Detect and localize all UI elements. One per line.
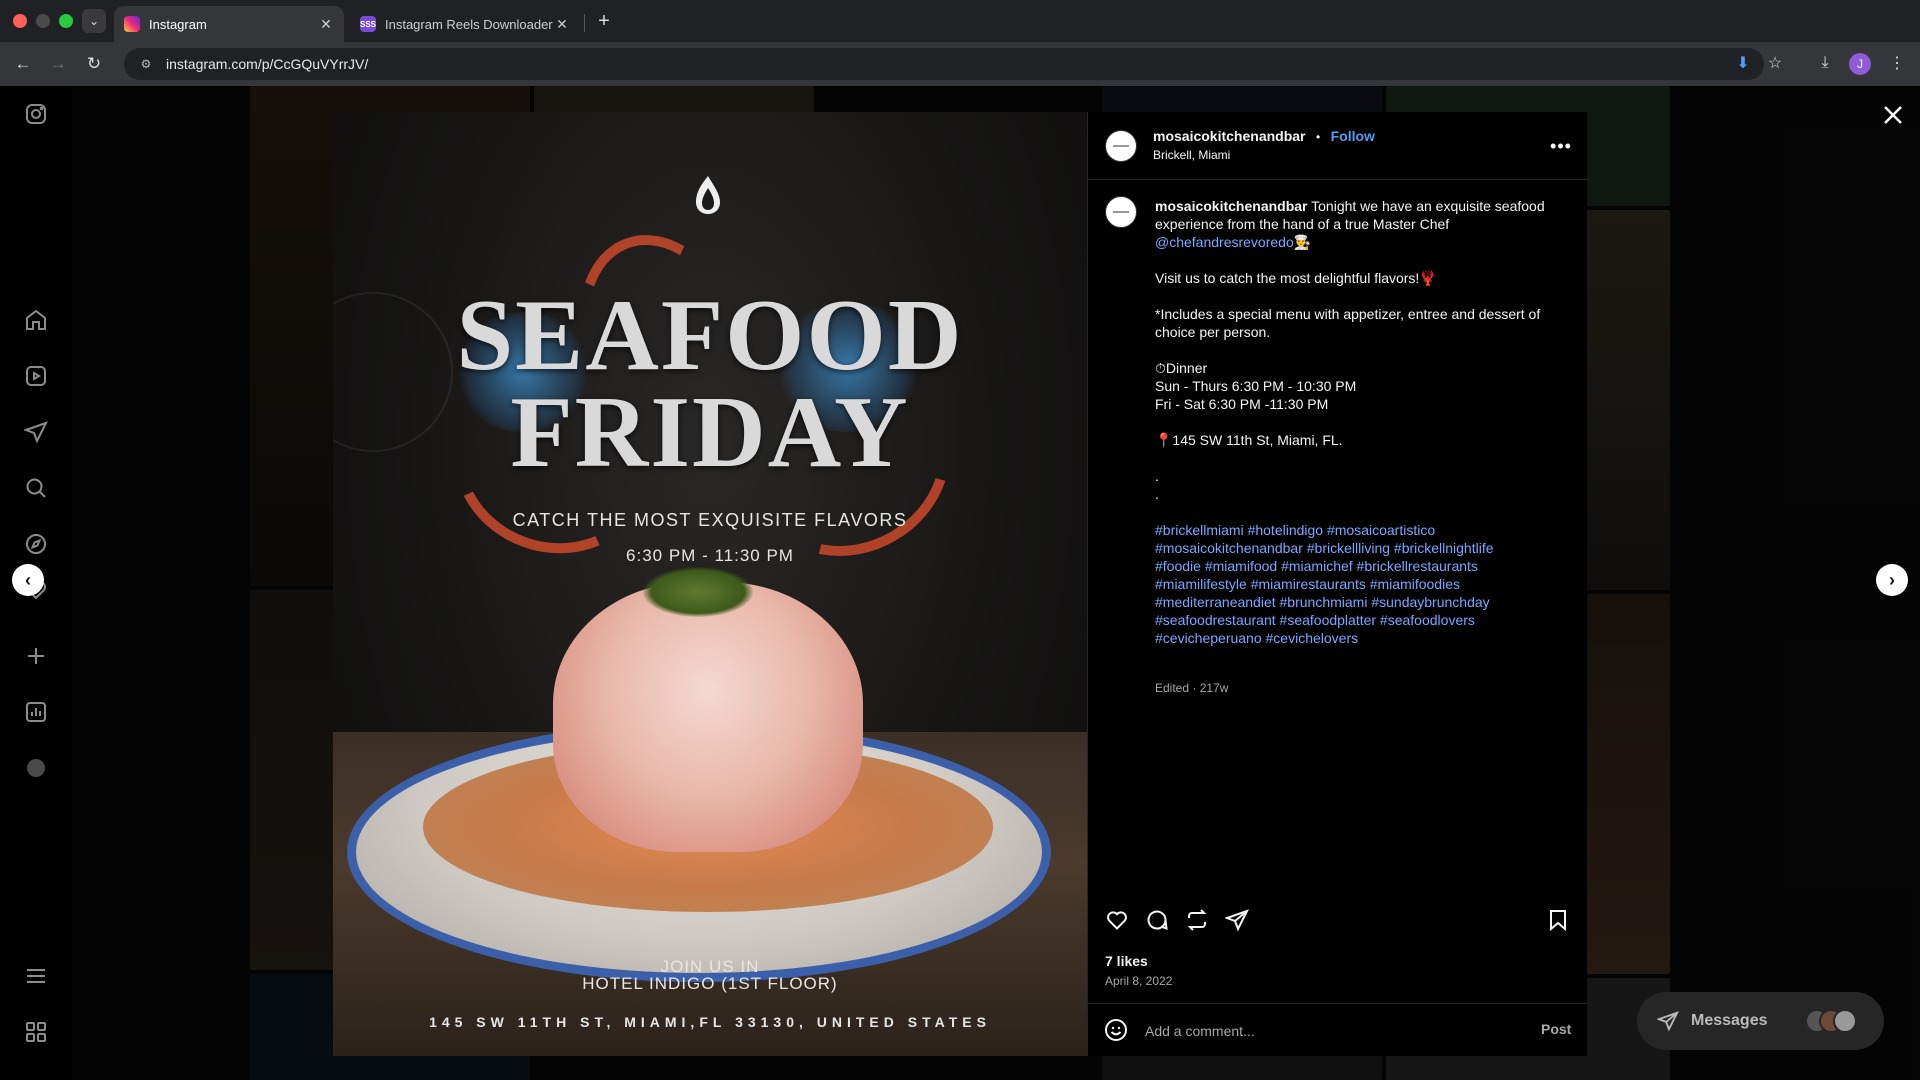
- like-icon[interactable]: [1103, 906, 1131, 934]
- messages-send-icon: [1657, 1011, 1679, 1032]
- send-icon[interactable]: [22, 418, 50, 446]
- instagram-favicon-icon: [124, 16, 140, 32]
- caption-hours-fri: Fri - Sat 6:30 PM -11:30 PM: [1155, 396, 1329, 412]
- restaurant-logo-icon: [696, 176, 720, 214]
- caption-hours-sun: Sun - Thurs 6:30 PM - 10:30 PM: [1155, 378, 1357, 394]
- hashtags-line[interactable]: #cevicheperuano #cevichelovers: [1155, 629, 1565, 647]
- menu-icon[interactable]: [22, 962, 50, 990]
- share-icon[interactable]: [1223, 906, 1251, 934]
- tab-title: Instagram Reels Downloader: [385, 16, 553, 32]
- forward-icon[interactable]: →: [44, 50, 72, 78]
- bookmark-star-icon[interactable]: ☆: [1760, 48, 1790, 78]
- also-from-meta-icon[interactable]: [22, 1018, 50, 1046]
- caption-includes: *Includes a special menu with appetizer,…: [1155, 306, 1541, 340]
- repost-icon[interactable]: [1183, 906, 1211, 934]
- post-actions: [1088, 900, 1588, 940]
- reels-icon[interactable]: [22, 362, 50, 390]
- minimize-window-button[interactable]: [36, 14, 50, 28]
- create-icon[interactable]: [22, 642, 50, 670]
- browser-tabbar: ⌄ Instagram ✕ SSS Instagram Reels Downlo…: [0, 0, 1920, 42]
- downloader-favicon-icon: SSS: [360, 16, 376, 32]
- avatar[interactable]: [1105, 196, 1137, 228]
- instagram-page: ‹ › SEAFOOD FRIDAY CATCH THE MOST EXQUIS…: [0, 86, 1920, 1080]
- comment-bar: Post: [1088, 1003, 1588, 1056]
- follow-button[interactable]: Follow: [1331, 128, 1375, 144]
- hashtags-line[interactable]: #mediterraneandiet #brunchmiami #sundayb…: [1155, 593, 1565, 611]
- post-image: SEAFOOD FRIDAY CATCH THE MOST EXQUISITE …: [333, 112, 1087, 1056]
- hashtags-line[interactable]: #foodie #miamifood #miamichef #brickellr…: [1155, 557, 1565, 575]
- image-tagline: CATCH THE MOST EXQUISITE FLAVORS: [512, 510, 908, 530]
- url-text: instagram.com/p/CcGQuVYrrJV/: [166, 56, 369, 72]
- messages-label: Messages: [1691, 1012, 1768, 1029]
- messages-button[interactable]: Messages: [1637, 992, 1884, 1050]
- caption-dot: .: [1155, 486, 1159, 502]
- post-header: mosaicokitchenandbar • Follow Brickell, …: [1088, 112, 1588, 180]
- avatar[interactable]: [1105, 130, 1137, 162]
- hashtags-line[interactable]: #mosaicokitchenandbar #brickellliving #b…: [1155, 539, 1565, 557]
- tab-close-icon[interactable]: ✕: [318, 16, 334, 33]
- tab-divider: [584, 14, 585, 32]
- instagram-icon[interactable]: [22, 100, 50, 128]
- install-app-icon[interactable]: ⬇: [1728, 48, 1758, 78]
- caption-visit: Visit us to catch the most delightful fl…: [1155, 270, 1437, 286]
- home-icon[interactable]: [22, 306, 50, 334]
- more-options-icon[interactable]: •••: [1549, 134, 1573, 158]
- header-separator: •: [1315, 130, 1321, 144]
- header-username[interactable]: mosaicokitchenandbar: [1153, 128, 1306, 144]
- chef-mention-link[interactable]: @chefandresrevoredo: [1155, 234, 1294, 250]
- new-tab-icon[interactable]: +: [592, 9, 616, 33]
- image-headline-line2: FRIDAY: [510, 376, 910, 489]
- caption-username[interactable]: mosaicokitchenandbar: [1155, 198, 1308, 214]
- site-info-icon[interactable]: ⚙: [138, 56, 154, 72]
- image-hours: 6:30 PM - 11:30 PM: [626, 546, 794, 565]
- hashtags-line[interactable]: #seafoodrestaurant #seafoodplatter #seaf…: [1155, 611, 1565, 629]
- browser-menu-icon[interactable]: ⋮: [1882, 48, 1912, 78]
- chef-emoji: 👨‍🍳: [1293, 234, 1312, 250]
- image-address: 145 SW 11TH ST, MIAMI,FL 33130, UNITED S…: [429, 1014, 991, 1030]
- emoji-icon[interactable]: [1104, 1018, 1128, 1042]
- caption-dot: .: [1155, 468, 1159, 484]
- downloads-icon[interactable]: ⤓: [1810, 48, 1840, 78]
- tab-title: Instagram: [149, 16, 207, 32]
- save-icon[interactable]: [1544, 906, 1572, 934]
- comment-input[interactable]: [1145, 1020, 1515, 1042]
- tab-close-icon[interactable]: ✕: [554, 16, 570, 33]
- post-comment-button[interactable]: Post: [1541, 1021, 1571, 1037]
- post-details-panel: mosaicokitchenandbar • Follow Brickell, …: [1087, 112, 1588, 1056]
- edited-timestamp: Edited · 217w: [1155, 681, 1229, 695]
- profile-avatar[interactable]: J: [1849, 53, 1871, 75]
- next-post-chevron-icon[interactable]: ›: [1876, 564, 1908, 596]
- post-caption: mosaicokitchenandbar Tonight we have an …: [1155, 197, 1565, 647]
- comment-icon[interactable]: [1143, 906, 1171, 934]
- address-bar[interactable]: ⚙ instagram.com/p/CcGQuVYrrJV/: [124, 48, 1764, 80]
- image-join-line2: HOTEL INDIGO (1ST FLOOR): [582, 974, 838, 993]
- maximize-window-button[interactable]: [59, 14, 73, 28]
- reload-icon[interactable]: ↻: [80, 50, 108, 78]
- tab-instagram[interactable]: Instagram ✕: [114, 6, 344, 42]
- dashboard-icon[interactable]: [22, 698, 50, 726]
- tab-search-chevron-icon[interactable]: ⌄: [82, 9, 106, 33]
- close-modal-icon[interactable]: [1880, 102, 1906, 128]
- profile-icon[interactable]: [22, 754, 50, 782]
- caption-address: 📍145 SW 11th St, Miami, FL.: [1155, 432, 1343, 448]
- caption-dinner: ⏱Dinner: [1155, 360, 1208, 376]
- close-window-button[interactable]: [13, 14, 27, 28]
- likes-count[interactable]: 7 likes: [1105, 953, 1148, 969]
- location-link[interactable]: Brickell, Miami: [1153, 148, 1230, 162]
- avatar: [1833, 1009, 1857, 1033]
- hashtags-line[interactable]: #brickellmiami #hotelindigo #mosaicoarti…: [1155, 521, 1565, 539]
- tab-reels-downloader[interactable]: SSS Instagram Reels Downloader ✕: [350, 6, 580, 42]
- search-icon[interactable]: [22, 474, 50, 502]
- back-icon[interactable]: ←: [9, 50, 37, 78]
- browser-toolbar: ← → ↻ ⚙ instagram.com/p/CcGQuVYrrJV/ ⬇ ☆…: [0, 42, 1920, 86]
- explore-icon[interactable]: [22, 530, 50, 558]
- hashtags-line[interactable]: #miamilifestyle #miamirestaurants #miami…: [1155, 575, 1565, 593]
- post-date[interactable]: April 8, 2022: [1105, 974, 1172, 988]
- previous-post-chevron-icon[interactable]: ‹: [12, 564, 44, 596]
